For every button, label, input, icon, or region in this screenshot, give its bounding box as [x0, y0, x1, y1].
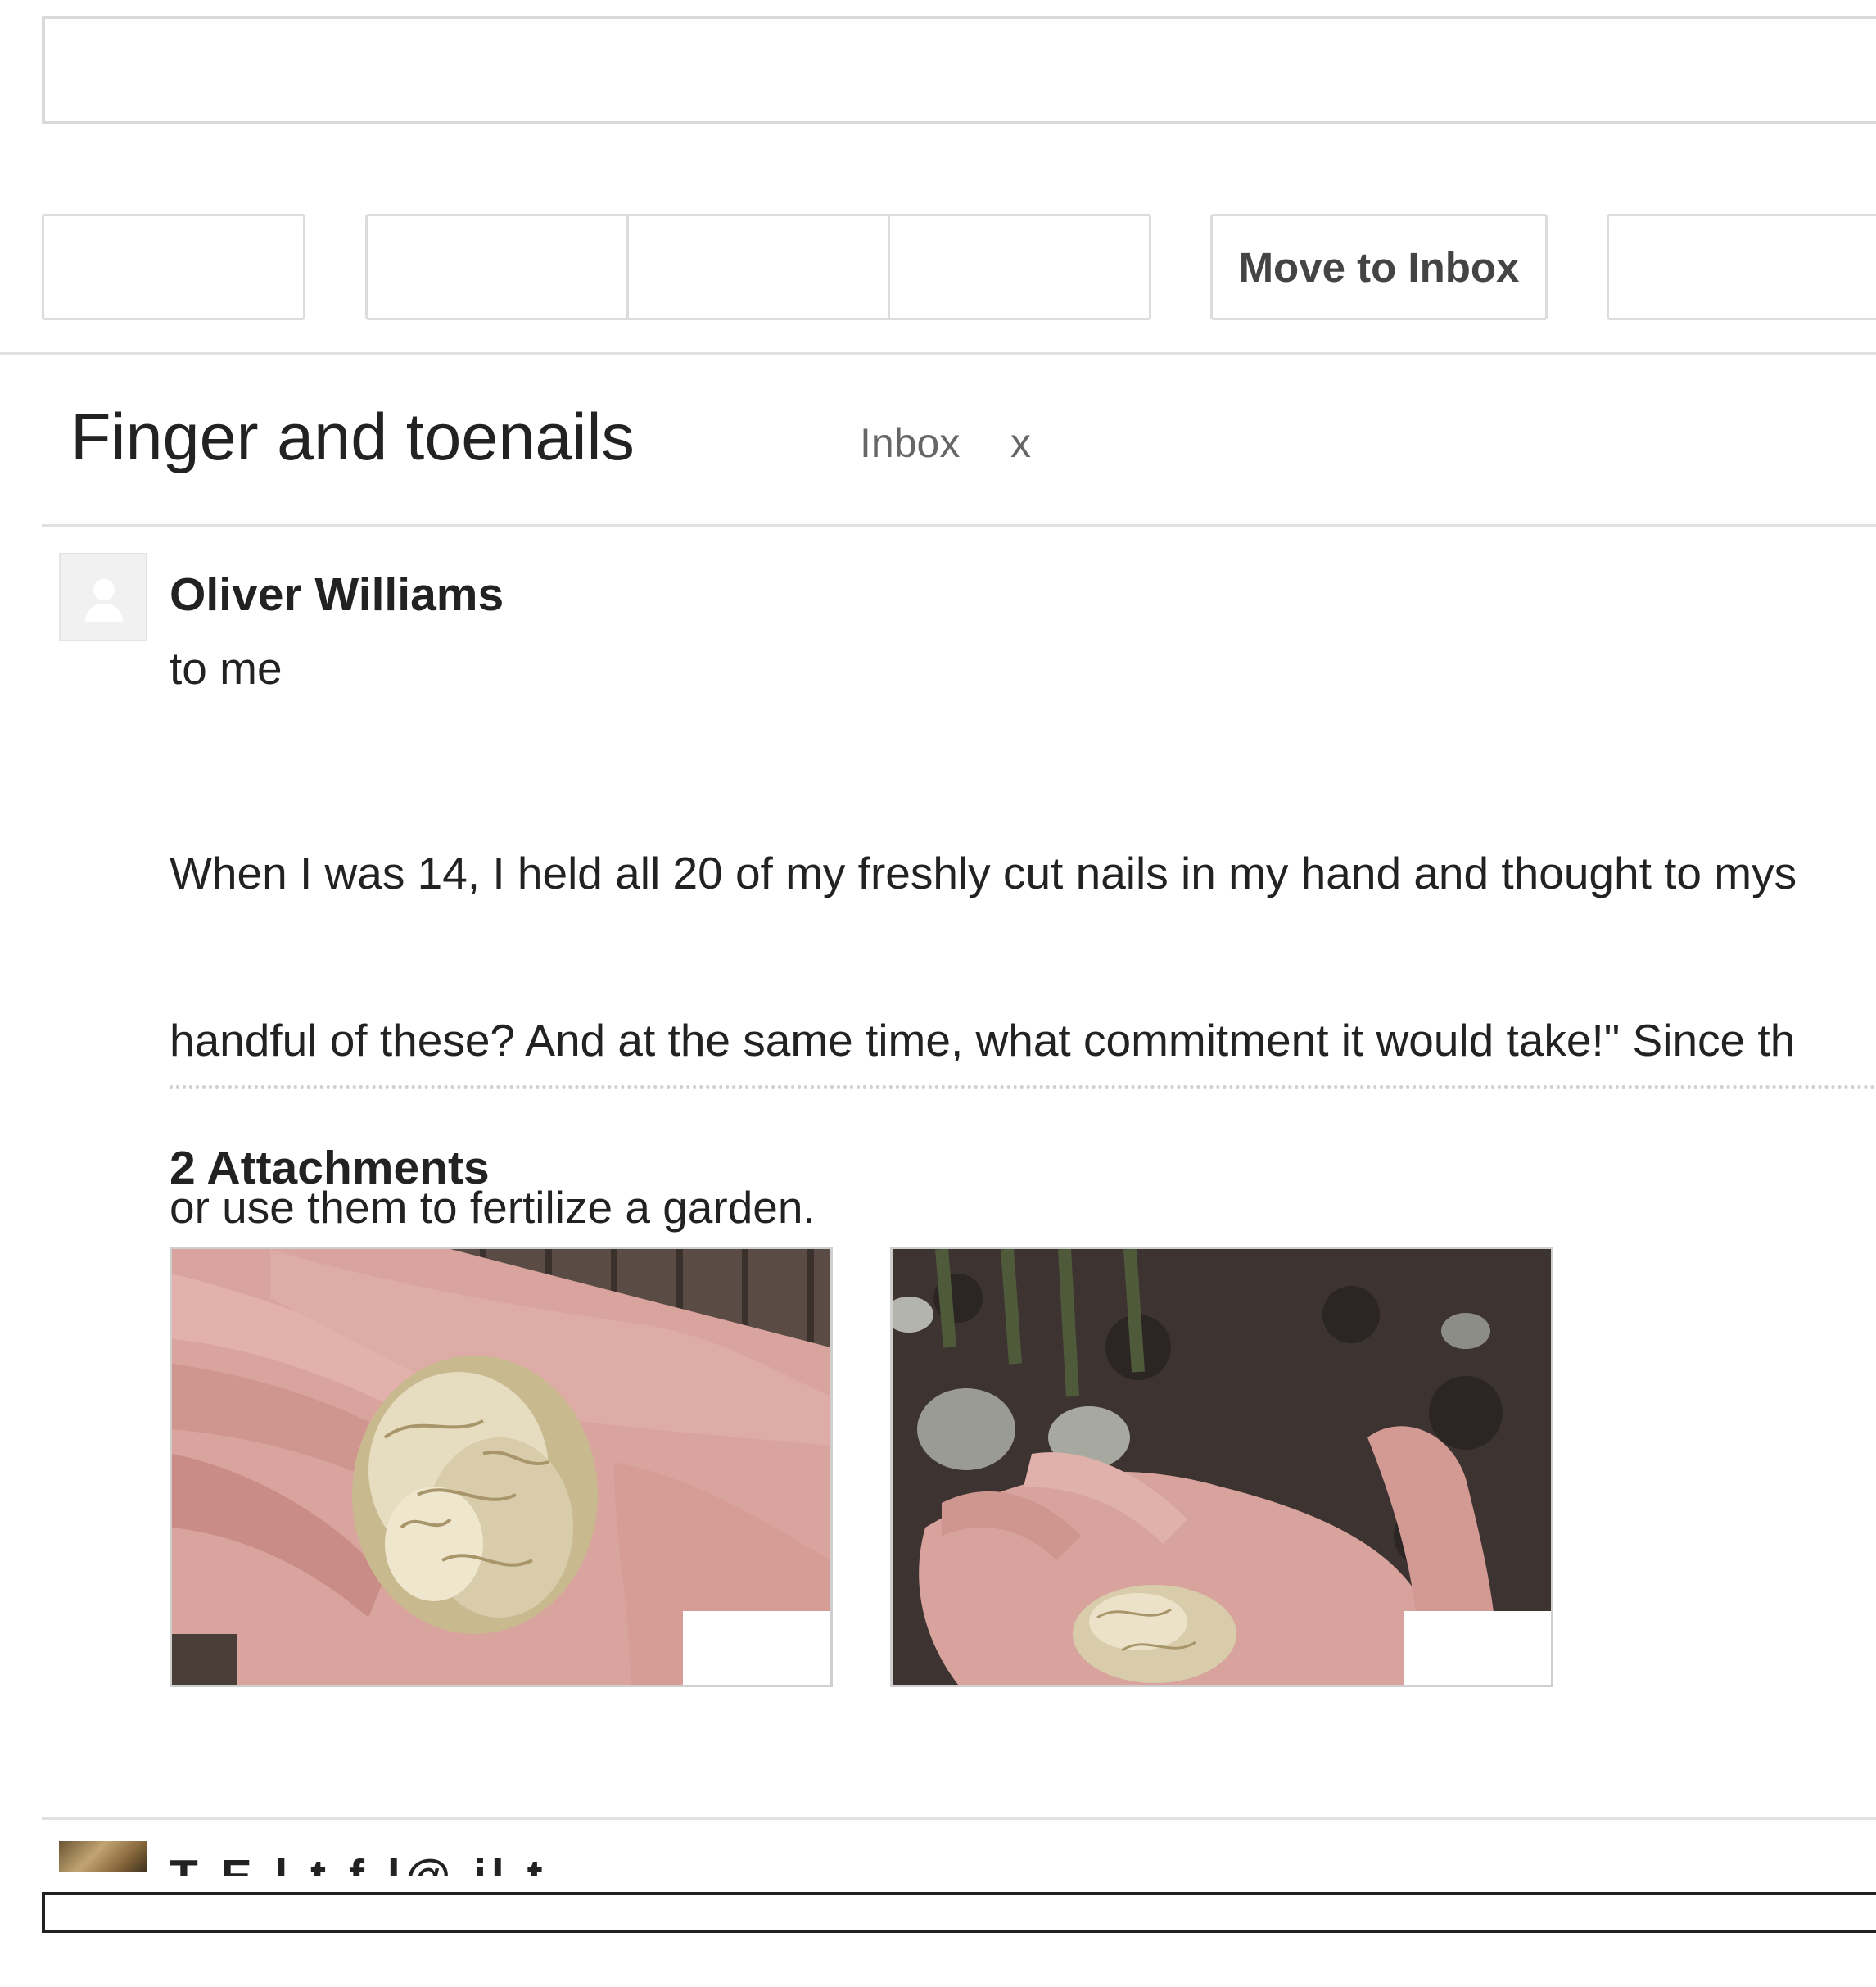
remove-label-icon[interactable]: x — [1010, 419, 1031, 467]
move-to-inbox-button[interactable]: Move to Inbox — [1210, 214, 1548, 320]
subject-divider — [42, 524, 1876, 527]
delete-button[interactable] — [890, 216, 1149, 318]
attachments-divider — [170, 1085, 1876, 1089]
action-button-group — [365, 214, 1151, 320]
body-line: handful of these? And at the same time, … — [170, 1015, 1796, 1066]
move-to-inbox-label: Move to Inbox — [1238, 243, 1520, 291]
sender-name[interactable]: Oliver Williams — [170, 568, 504, 622]
recipient-line[interactable]: to me — [170, 642, 283, 695]
next-sender-partial: T E l t f l@ il t — [170, 1858, 548, 1876]
attachments-title: 2 Attachments — [170, 1142, 490, 1194]
inbox-label-chip[interactable]: Inbox — [860, 419, 960, 467]
attachment-thumbnail-2[interactable] — [890, 1247, 1553, 1687]
reply-box[interactable] — [42, 1892, 1876, 1933]
next-sender-header[interactable]: T E l t f l@ il t — [170, 1858, 988, 1876]
labels-button[interactable] — [1607, 214, 1876, 320]
thread-subject: Finger and toenails — [70, 401, 635, 474]
archive-button[interactable] — [368, 216, 629, 318]
message-body: When I was 14, I held all 20 of my fresh… — [170, 734, 1876, 1291]
sender-avatar-icon — [59, 553, 147, 641]
attachment-thumbnail-1[interactable] — [170, 1247, 833, 1687]
toolbar-divider — [0, 352, 1876, 355]
message-divider — [42, 1817, 1876, 1820]
back-button[interactable] — [42, 214, 305, 320]
next-sender-avatar[interactable] — [59, 1841, 147, 1872]
body-line: When I was 14, I held all 20 of my fresh… — [170, 848, 1797, 898]
report-spam-button[interactable] — [629, 216, 890, 318]
search-bar[interactable] — [42, 16, 1876, 124]
